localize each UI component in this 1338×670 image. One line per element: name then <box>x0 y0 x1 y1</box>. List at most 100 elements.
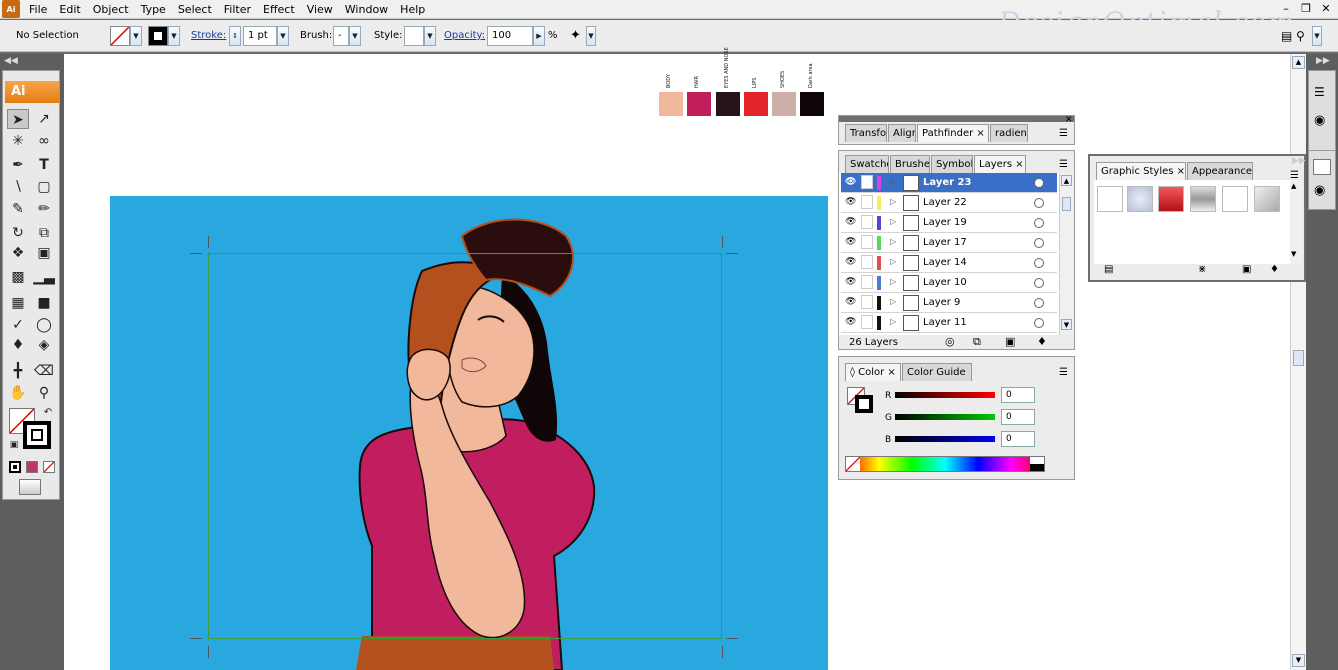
tab-align[interactable]: Align <box>888 124 916 142</box>
graphic-style-5[interactable] <box>1222 186 1248 212</box>
menu-object[interactable]: Object <box>87 0 135 19</box>
layer-target-icon[interactable] <box>1034 238 1044 248</box>
scroll-up-icon[interactable]: ▲ <box>1292 56 1305 69</box>
layers-menu-icon[interactable]: ☰ <box>1059 159 1068 170</box>
selection-tool-icon[interactable]: ➤ <box>7 109 29 129</box>
visibility-eye-icon[interactable]: 👁 <box>845 278 857 287</box>
tab-color[interactable]: ◊ Color × <box>845 363 901 381</box>
opacity-field[interactable]: 100 <box>487 26 533 46</box>
expand-dock-icon[interactable]: ▶▶ <box>1316 56 1330 66</box>
layer-target-icon[interactable] <box>1034 278 1044 288</box>
color-spectrum-bar[interactable] <box>845 456 1045 472</box>
graphic-style-2[interactable] <box>1127 186 1153 212</box>
graphic-style-4[interactable] <box>1190 186 1216 212</box>
graphic-style-3[interactable] <box>1158 186 1184 212</box>
vertical-scrollbar[interactable]: ▲ ▼ <box>1290 54 1306 670</box>
rotate-tool-icon[interactable]: ↻ <box>7 223 29 243</box>
free-transform-tool-icon[interactable]: ▣ <box>33 243 55 263</box>
recolor-icon[interactable]: ✦ <box>570 27 581 45</box>
color-g-input[interactable]: 0 <box>1001 409 1035 425</box>
color-g-slider[interactable] <box>895 414 995 420</box>
tab-gradient[interactable]: radient <box>990 124 1028 142</box>
graphic-styles-panel-icon[interactable] <box>1313 159 1331 175</box>
new-layer-icon[interactable]: ▣ <box>1005 335 1015 348</box>
expand-triangle-icon[interactable]: ▷ <box>890 277 896 286</box>
layer-name[interactable]: Layer 14 <box>923 253 967 273</box>
scale-tool-icon[interactable]: ⧉ <box>33 223 55 243</box>
panel-close-icon[interactable]: ✕ <box>1065 115 1073 125</box>
line-tool-icon[interactable]: ∖ <box>7 177 29 197</box>
appearance-panel-icon[interactable]: ◉ <box>1314 183 1330 199</box>
brush-field[interactable]: - <box>333 26 349 46</box>
zoom-tool-icon[interactable]: ⚲ <box>33 383 55 403</box>
magic-wand-tool-icon[interactable]: ✳ <box>7 131 29 151</box>
pencil-tool-icon[interactable]: ✏ <box>33 199 55 219</box>
layers-scroll-up-icon[interactable]: ▲ <box>1061 175 1072 186</box>
tab-symbols[interactable]: Symbols <box>931 155 973 173</box>
color-stroke-swatch[interactable] <box>855 395 873 413</box>
menu-filter[interactable]: Filter <box>218 0 257 19</box>
opacity-label[interactable]: Opacity: <box>444 27 485 45</box>
expand-triangle-icon[interactable]: ▷ <box>890 257 896 266</box>
lock-toggle[interactable] <box>861 295 873 309</box>
options-dropdown[interactable]: ▼ <box>1312 26 1322 46</box>
slice-tool-icon[interactable]: ╋ <box>7 361 29 381</box>
paintbrush-tool-icon[interactable]: ✎ <box>7 199 29 219</box>
stroke-color-box[interactable] <box>23 421 51 449</box>
layer-row[interactable]: 👁 ▷ Layer 22 <box>841 193 1057 213</box>
visibility-eye-icon[interactable]: 👁 <box>845 238 857 247</box>
fill-dropdown[interactable]: ▼ <box>130 26 142 46</box>
layer-name[interactable]: Layer 17 <box>923 233 967 253</box>
rectangle-tool-icon[interactable]: ▢ <box>33 177 55 197</box>
layers-scroll-thumb[interactable] <box>1062 197 1071 211</box>
layers-scrollbar[interactable]: ▲ ▼ <box>1059 173 1073 335</box>
tab-color-guide[interactable]: Color Guide <box>902 363 972 381</box>
style-field[interactable] <box>404 26 424 46</box>
pathfinder-panel-icon[interactable]: ◉ <box>1314 113 1330 129</box>
layer-row[interactable]: 👁 ▷ Layer 11 <box>841 313 1057 333</box>
none-mode-icon[interactable] <box>43 461 55 473</box>
visibility-eye-icon[interactable]: 👁 <box>845 218 857 227</box>
color-menu-icon[interactable]: ☰ <box>1059 367 1068 378</box>
stroke-weight-field[interactable]: 1 pt <box>243 26 277 46</box>
graphic-style-6[interactable] <box>1254 186 1280 212</box>
style-dropdown[interactable]: ▼ <box>424 26 436 46</box>
type-tool-icon[interactable]: T <box>33 155 55 175</box>
expand-triangle-icon[interactable]: ▷ <box>890 197 896 206</box>
layer-target-icon[interactable] <box>1034 318 1044 328</box>
menu-type[interactable]: Type <box>135 0 172 19</box>
graphic-style-default[interactable] <box>1097 186 1123 212</box>
visibility-eye-icon[interactable]: 👁 <box>845 258 857 267</box>
eyedropper-tool-icon[interactable]: ✓ <box>7 315 29 335</box>
search-icon[interactable]: ⚲ <box>1296 27 1305 45</box>
lock-toggle[interactable] <box>861 315 873 329</box>
collapse-icon[interactable]: ◀◀ <box>4 56 18 66</box>
layer-name[interactable]: Layer 23 <box>923 173 971 193</box>
layer-name[interactable]: Layer 11 <box>923 313 967 333</box>
expand-triangle-icon[interactable]: ▷ <box>890 177 896 186</box>
gs-scrollbar[interactable]: ▲ ▼ <box>1290 180 1302 264</box>
menu-file[interactable]: File <box>23 0 53 19</box>
recolor-dropdown[interactable]: ▼ <box>586 26 596 46</box>
layer-row[interactable]: 👁 ▷ Layer 10 <box>841 273 1057 293</box>
color-mode-icon[interactable] <box>9 461 21 473</box>
pen-tool-icon[interactable]: ✒ <box>7 155 29 175</box>
menu-help[interactable]: Help <box>394 0 431 19</box>
live-paint-bucket-icon[interactable]: ♦ <box>7 335 29 355</box>
layers-scroll-down-icon[interactable]: ▼ <box>1061 319 1072 330</box>
color-b-slider[interactable] <box>895 436 995 442</box>
color-r-slider[interactable] <box>895 392 995 398</box>
default-colors-icon[interactable]: ▣ <box>7 435 21 450</box>
hand-tool-icon[interactable]: ✋ <box>7 383 29 403</box>
make-clipping-mask-icon[interactable]: ⧉ <box>973 335 981 349</box>
menu-window[interactable]: Window <box>339 0 394 19</box>
lock-toggle[interactable] <box>861 255 873 269</box>
mesh-tool-icon[interactable]: ▦ <box>7 293 29 313</box>
gradient-tool-icon[interactable]: ■ <box>33 293 55 313</box>
lock-toggle[interactable] <box>861 275 873 289</box>
lasso-tool-icon[interactable]: ∞ <box>33 131 55 151</box>
stroke-stepper[interactable]: ⇕ <box>229 26 241 46</box>
menu-view[interactable]: View <box>301 0 339 19</box>
gs-break-link-icon[interactable]: ⋇ <box>1198 264 1206 275</box>
close-icon[interactable]: ✕ <box>1316 0 1336 18</box>
